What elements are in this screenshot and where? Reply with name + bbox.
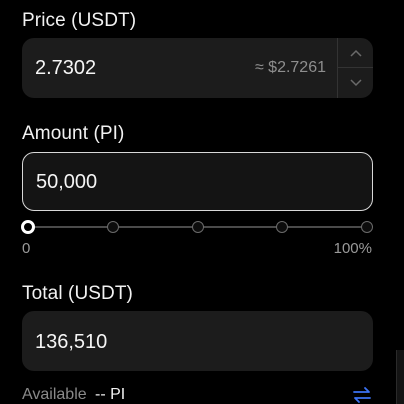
- amount-percent-slider[interactable]: [21, 218, 373, 238]
- slider-min-label: 0: [22, 240, 31, 257]
- amount-input[interactable]: 50,000: [22, 152, 373, 211]
- price-stepper[interactable]: [337, 38, 373, 98]
- slider-mark-0[interactable]: [21, 220, 35, 234]
- price-usd-approx: ≈ $2.7261: [254, 59, 326, 76]
- chevron-down-icon: [349, 79, 362, 87]
- slider-mark-100[interactable]: [361, 221, 373, 233]
- price-decrement-button[interactable]: [338, 68, 373, 98]
- available-label: Available: [22, 386, 87, 403]
- chevron-up-icon: [349, 49, 362, 57]
- price-increment-button[interactable]: [338, 38, 373, 68]
- panel-edge: [396, 350, 404, 404]
- price-label: Price (USDT): [22, 10, 137, 31]
- slider-max-label: 100%: [333, 240, 372, 257]
- amount-value[interactable]: 50,000: [36, 171, 97, 194]
- slider-mark-25[interactable]: [106, 221, 119, 233]
- slider-mark-75[interactable]: [276, 221, 289, 233]
- price-input[interactable]: 2.7302 ≈ $2.7261: [22, 38, 373, 98]
- total-input[interactable]: 136,510: [22, 311, 373, 371]
- slider-mark-50[interactable]: [191, 221, 204, 233]
- amount-label: Amount (PI): [22, 123, 125, 144]
- total-label: Total (USDT): [22, 283, 133, 304]
- price-value[interactable]: 2.7302: [35, 57, 96, 80]
- available-balance: -- PI: [95, 386, 126, 403]
- total-value[interactable]: 136,510: [35, 331, 107, 354]
- swap-arrows-icon[interactable]: [352, 386, 372, 404]
